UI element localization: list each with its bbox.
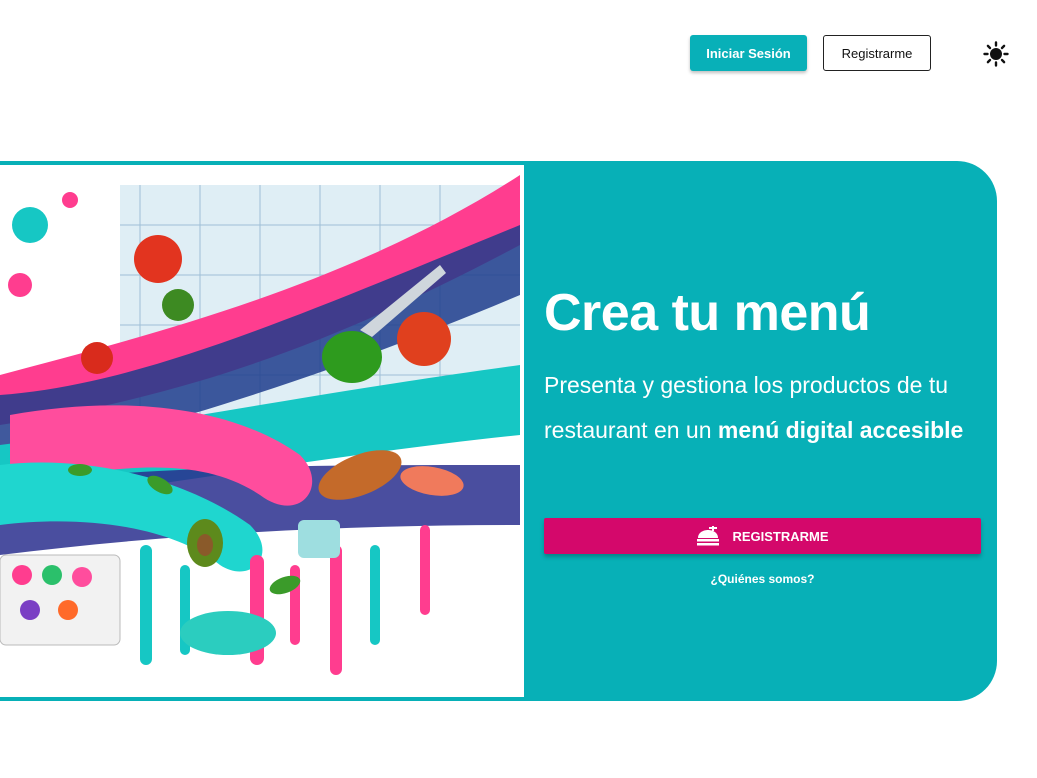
register-button[interactable]: Registrarme (823, 35, 931, 71)
food-splash-illustration (0, 165, 524, 697)
about-us-link[interactable]: ¿Quiénes somos? (544, 572, 981, 586)
hero-section: Crea tu menú Presenta y gestiona los pro… (0, 161, 997, 701)
top-navigation: Iniciar Sesión Registrarme (0, 0, 1037, 100)
hero-description-highlight: menú digital accesible (717, 417, 964, 443)
register-cta-label: REGISTRARME (732, 528, 829, 544)
sun-icon (983, 41, 1009, 67)
hero-image (0, 165, 524, 697)
food-tray-icon (696, 526, 720, 546)
theme-toggle-button[interactable] (982, 40, 1010, 68)
hero-title: Crea tu menú (544, 284, 871, 342)
hero-description: Presenta y gestiona los productos de tu … (544, 363, 964, 453)
register-cta-button[interactable]: REGISTRARME (544, 518, 981, 554)
login-button[interactable]: Iniciar Sesión (690, 35, 807, 71)
